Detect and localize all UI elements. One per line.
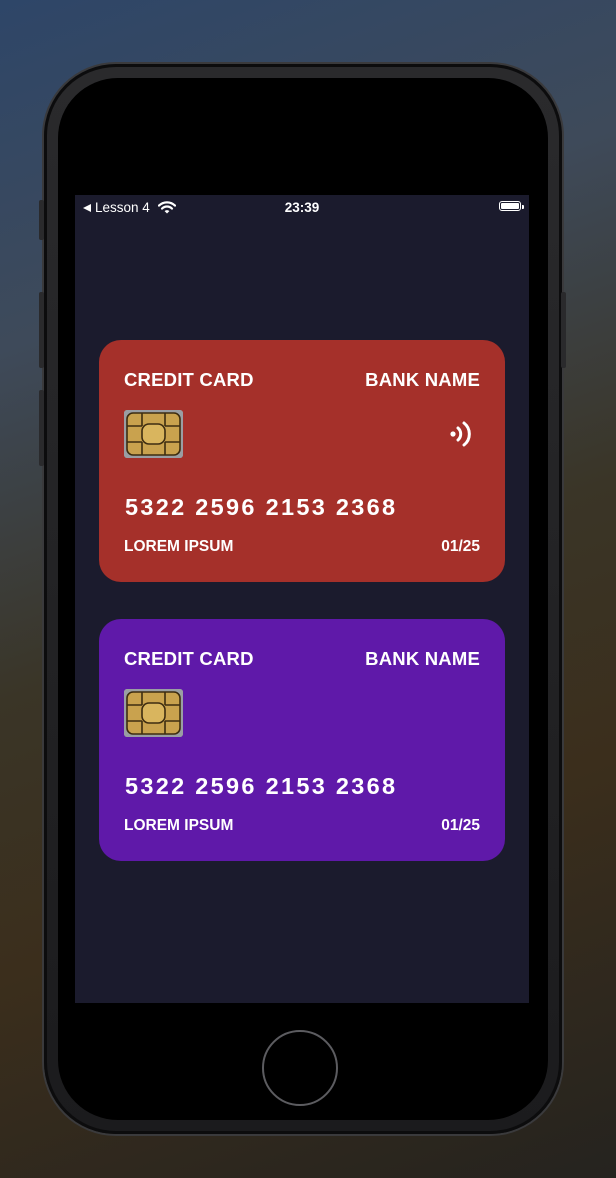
status-time: 23:39 <box>284 200 320 215</box>
card-holder-name: LOREM IPSUM <box>124 817 234 834</box>
card-holder-name: LOREM IPSUM <box>124 538 234 555</box>
volume-up-button <box>39 292 44 368</box>
battery-icon <box>499 201 521 211</box>
card-type-label: CREDIT CARD <box>124 369 254 390</box>
volume-down-button <box>39 390 44 466</box>
card-expiry-date: 01/25 <box>441 538 480 555</box>
card-type-label: CREDIT CARD <box>124 648 254 669</box>
chip-icon <box>124 410 183 458</box>
home-button[interactable] <box>262 1030 338 1106</box>
card-expiry-date: 01/25 <box>441 817 480 834</box>
power-button <box>561 292 566 368</box>
chip-icon <box>124 689 183 737</box>
bank-name-label: BANK NAME <box>365 648 480 669</box>
credit-card-purple[interactable]: CREDIT CARD BANK NAME 5322 2596 2153 236… <box>99 619 505 861</box>
contactless-icon <box>450 421 471 447</box>
silent-switch <box>39 200 44 240</box>
card-number: 5322 2596 2153 2368 <box>125 773 398 799</box>
card-number: 5322 2596 2153 2368 <box>125 494 398 520</box>
battery-level <box>501 203 519 209</box>
bank-name-label: BANK NAME <box>365 369 480 390</box>
app-screen: Lesson 4 23:39 CREDIT CARD BANK NAME 532… <box>75 195 529 1003</box>
credit-card-red[interactable]: CREDIT CARD BANK NAME 5322 2596 2153 236… <box>99 340 505 582</box>
status-bar: Lesson 4 23:39 <box>75 195 529 219</box>
battery-cap <box>522 204 524 209</box>
